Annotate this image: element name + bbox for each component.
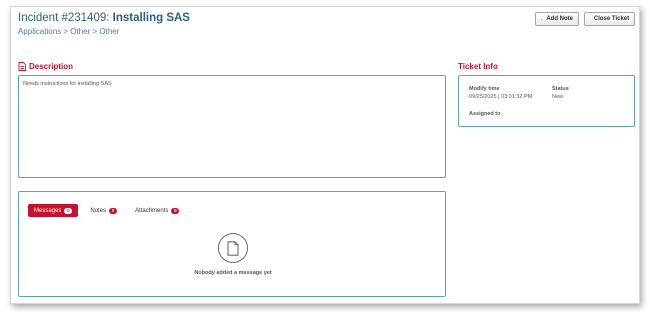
messages-tabs: Messages 0 Notes 0 Attachments 0	[28, 204, 185, 217]
description-heading: Description	[18, 62, 73, 71]
add-note-label: Add Note	[546, 16, 573, 22]
tab-attachments-count: 0	[171, 207, 180, 214]
tab-notes[interactable]: Notes 0	[84, 204, 123, 217]
tab-attachments[interactable]: Attachments 0	[129, 204, 185, 217]
close-ticket-label: Close Ticket	[593, 16, 630, 22]
ticket-info-panel: Modify time 09/25/2025 | 03:01:32 PM Sta…	[458, 75, 635, 127]
status-value: New	[552, 94, 564, 100]
empty-messages-text: Nobody added a message yet	[194, 270, 272, 276]
modify-time-value: 09/25/2025 | 03:01:32 PM	[469, 94, 533, 100]
tab-notes-count: 0	[109, 207, 118, 214]
add-note-button[interactable]: Add Note	[535, 12, 579, 26]
ticket-window: Incident #231409: Installing SAS Applica…	[10, 6, 640, 304]
blank-document-icon	[218, 233, 248, 263]
note-icon	[541, 18, 543, 20]
incident-title: Installing SAS	[112, 12, 190, 24]
tab-messages[interactable]: Messages 0	[28, 204, 79, 217]
tab-messages-count: 0	[64, 207, 73, 214]
description-heading-label: Description	[29, 62, 74, 71]
incident-number: Incident #231409:	[18, 12, 110, 24]
messages-panel: Messages 0 Notes 0 Attachments 0 Nobody …	[18, 191, 446, 297]
modify-time-label: Modify time	[469, 86, 500, 92]
description-text: Needs instructions for installing SAS	[23, 81, 112, 87]
tab-messages-label: Messages	[34, 207, 62, 214]
tab-notes-label: Notes	[90, 207, 107, 214]
page-title: Incident #231409: Installing SAS	[18, 12, 190, 24]
assigned-to-label: Assigned to	[469, 111, 501, 117]
ticket-info-heading: Ticket Info	[458, 62, 498, 71]
breadcrumb[interactable]: Applications > Other > Other	[18, 27, 119, 36]
status-label: Status	[552, 86, 569, 92]
close-ticket-button[interactable]: Close Ticket	[584, 12, 635, 26]
description-panel: Needs instructions for installing SAS	[18, 75, 446, 178]
tab-attachments-label: Attachments	[135, 207, 169, 214]
document-icon	[18, 62, 26, 71]
